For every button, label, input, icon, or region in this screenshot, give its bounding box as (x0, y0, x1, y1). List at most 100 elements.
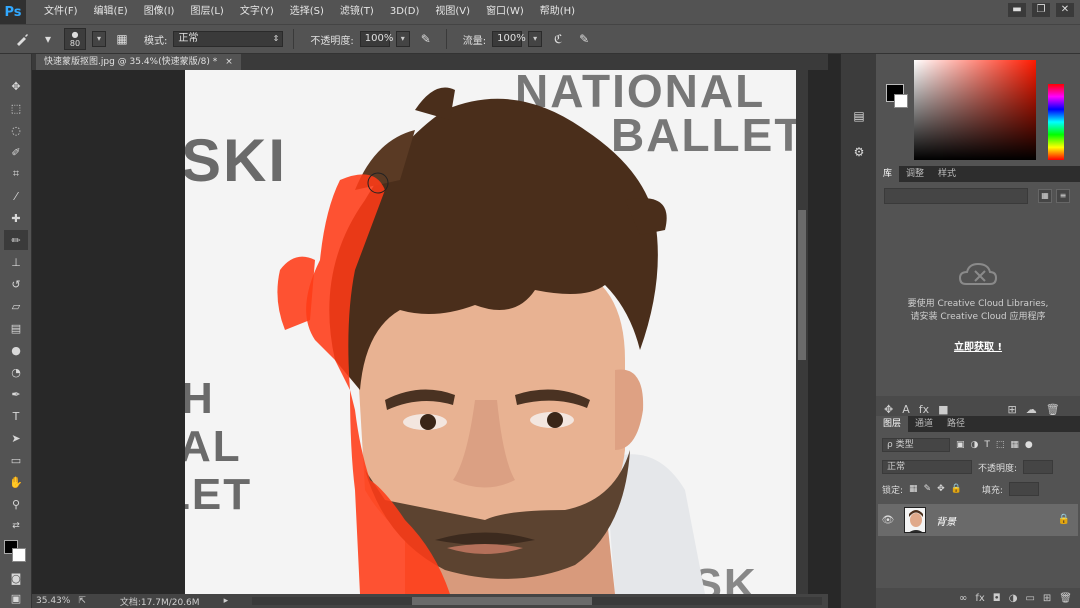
brush-tool-icon[interactable]: ✏ (4, 230, 28, 250)
menu-filter[interactable]: 滤镜(T) (332, 0, 382, 24)
dodge-tool-icon[interactable]: ◔ (4, 362, 28, 382)
canvas-area[interactable]: SKI NATIONAL BALLET H AL LET OVSK (32, 70, 828, 594)
hand-tool-icon[interactable]: ✋ (4, 472, 28, 492)
lock-transparent-icon[interactable]: ▦ (909, 484, 918, 494)
close-tab-icon[interactable]: × (225, 54, 233, 70)
hue-slider[interactable] (1048, 84, 1064, 160)
add-character-style-icon[interactable]: A (902, 403, 910, 416)
status-menu-arrow-icon[interactable]: ▸ (224, 596, 229, 606)
flow-arrow[interactable]: ▾ (528, 31, 543, 47)
menu-help[interactable]: 帮助(H) (532, 0, 583, 24)
list-view-icon[interactable]: ≡ (1056, 189, 1070, 203)
menu-edit[interactable]: 编辑(E) (86, 0, 136, 24)
new-layer-icon[interactable]: ⊞ (1043, 593, 1051, 604)
delete-layer-icon[interactable]: 🗑 (1059, 593, 1072, 604)
tab-libraries[interactable]: 库 (876, 166, 900, 182)
filter-pixel-icon[interactable]: ▣ (956, 440, 965, 450)
background-color-swatch[interactable] (12, 548, 26, 562)
filter-toggle-icon[interactable]: ● (1025, 440, 1033, 450)
swap-colors-icon[interactable]: ⇄ (4, 516, 28, 536)
link-layers-icon[interactable]: ∞ (959, 593, 967, 604)
lock-position-icon[interactable]: ✥ (937, 484, 945, 494)
airbrush-icon[interactable]: ℭ (548, 29, 568, 49)
brush-picker-arrow[interactable]: ▾ (92, 31, 106, 47)
layer-row[interactable]: 👁 背景 🔒 (878, 504, 1078, 536)
menu-layer[interactable]: 图层(L) (182, 0, 231, 24)
color-background-swatch[interactable] (894, 94, 908, 108)
add-layer-style-icon[interactable]: fx (919, 403, 929, 416)
flow-input[interactable]: 100% (492, 31, 526, 47)
brush-panel-icon[interactable]: ▦ (112, 29, 132, 49)
layer-name[interactable]: 背景 (936, 513, 956, 528)
path-select-tool-icon[interactable]: ➤ (4, 428, 28, 448)
new-group-icon[interactable]: ▭ (1025, 593, 1034, 604)
history-brush-tool-icon[interactable]: ↺ (4, 274, 28, 294)
blur-tool-icon[interactable]: ● (4, 340, 28, 360)
pressure-opacity-icon[interactable]: ✎ (416, 29, 436, 49)
zoom-level[interactable]: 35.43% (36, 596, 70, 606)
brush-tool-preset-icon[interactable] (12, 29, 32, 49)
clone-stamp-tool-icon[interactable]: ⊥ (4, 252, 28, 272)
lock-all-icon[interactable]: 🔒 (951, 484, 962, 494)
tab-layers[interactable]: 图层 (876, 416, 909, 432)
menu-image[interactable]: 图像(I) (136, 0, 183, 24)
color-spectrum[interactable] (914, 60, 1036, 160)
filter-smart-icon[interactable]: ▦ (1010, 440, 1019, 450)
quick-select-tool-icon[interactable]: ✐ (4, 142, 28, 162)
eyedropper-tool-icon[interactable]: ⁄ (4, 186, 28, 206)
pressure-size-icon[interactable]: ✎ (574, 29, 594, 49)
share-icon[interactable]: ⇱ (78, 596, 86, 606)
horizontal-scrollbar[interactable] (252, 597, 822, 605)
filter-adjustment-icon[interactable]: ◑ (971, 440, 979, 450)
chevron-down-icon[interactable]: ▾ (38, 29, 58, 49)
vertical-scrollbar[interactable] (796, 70, 808, 594)
filter-shape-icon[interactable]: ⬚ (996, 440, 1005, 450)
move-tool-icon[interactable]: ✥ (4, 76, 28, 96)
screen-mode-icon[interactable]: ▣ (4, 588, 28, 608)
brush-size-picker[interactable]: ● 80 (64, 28, 86, 50)
quick-mask-icon[interactable]: ◙ (4, 568, 28, 588)
pen-tool-icon[interactable]: ✒ (4, 384, 28, 404)
lasso-tool-icon[interactable]: ◌ (4, 120, 28, 140)
healing-brush-tool-icon[interactable]: ✚ (4, 208, 28, 228)
library-select[interactable] (884, 188, 1028, 204)
layer-filter-select[interactable]: ρ 类型 (882, 438, 950, 452)
layer-style-icon[interactable]: fx (975, 593, 984, 604)
mode-select[interactable]: 正常 ⇕ (173, 31, 284, 47)
horizontal-scroll-thumb[interactable] (412, 597, 592, 605)
vertical-scroll-thumb[interactable] (798, 210, 806, 360)
menu-window[interactable]: 窗口(W) (478, 0, 532, 24)
opacity-input[interactable]: 100% (359, 31, 393, 47)
add-color-icon[interactable]: ■ (938, 403, 948, 416)
tab-adjustments[interactable]: 调整 (899, 166, 931, 182)
menu-type[interactable]: 文字(Y) (232, 0, 282, 24)
tab-paths[interactable]: 路径 (940, 416, 972, 432)
add-mask-icon[interactable]: ◘ (993, 593, 1001, 604)
blend-mode-select[interactable]: 正常 (882, 460, 972, 474)
grid-view-icon[interactable]: ▦ (1038, 189, 1052, 203)
minimize-button[interactable]: ▬ (1008, 3, 1026, 17)
menu-file[interactable]: 文件(F) (36, 0, 86, 24)
cloud-icon[interactable]: ☁ (1026, 403, 1037, 416)
filter-type-icon[interactable]: T (984, 440, 990, 450)
marquee-tool-icon[interactable]: ⬚ (4, 98, 28, 118)
crop-tool-icon[interactable]: ⌗ (4, 164, 28, 184)
get-now-link[interactable]: 立即获取 ! (876, 338, 1080, 353)
layer-opacity-input[interactable] (1023, 460, 1054, 474)
rectangle-tool-icon[interactable]: ▭ (4, 450, 28, 470)
type-tool-icon[interactable]: T (4, 406, 28, 426)
eraser-tool-icon[interactable]: ▱ (4, 296, 28, 316)
zoom-tool-icon[interactable]: ⚲ (4, 494, 28, 514)
menu-3d[interactable]: 3D(D) (382, 0, 428, 24)
opacity-arrow[interactable]: ▾ (395, 31, 410, 47)
gradient-tool-icon[interactable]: ▤ (4, 318, 28, 338)
tab-channels[interactable]: 通道 (908, 416, 940, 432)
fill-input[interactable] (1008, 482, 1039, 496)
properties-panel-icon[interactable]: ⚙ (849, 142, 869, 162)
history-panel-icon[interactable]: ▤ (849, 106, 869, 126)
document-image[interactable]: SKI NATIONAL BALLET H AL LET OVSK (185, 70, 800, 594)
document-tab[interactable]: 快速蒙版抠图.jpg @ 35.4%(快速蒙版/8) * × (36, 54, 241, 70)
add-graphic-icon[interactable]: ✥ (884, 403, 893, 416)
tab-styles[interactable]: 样式 (931, 166, 963, 182)
menu-select[interactable]: 选择(S) (282, 0, 332, 24)
